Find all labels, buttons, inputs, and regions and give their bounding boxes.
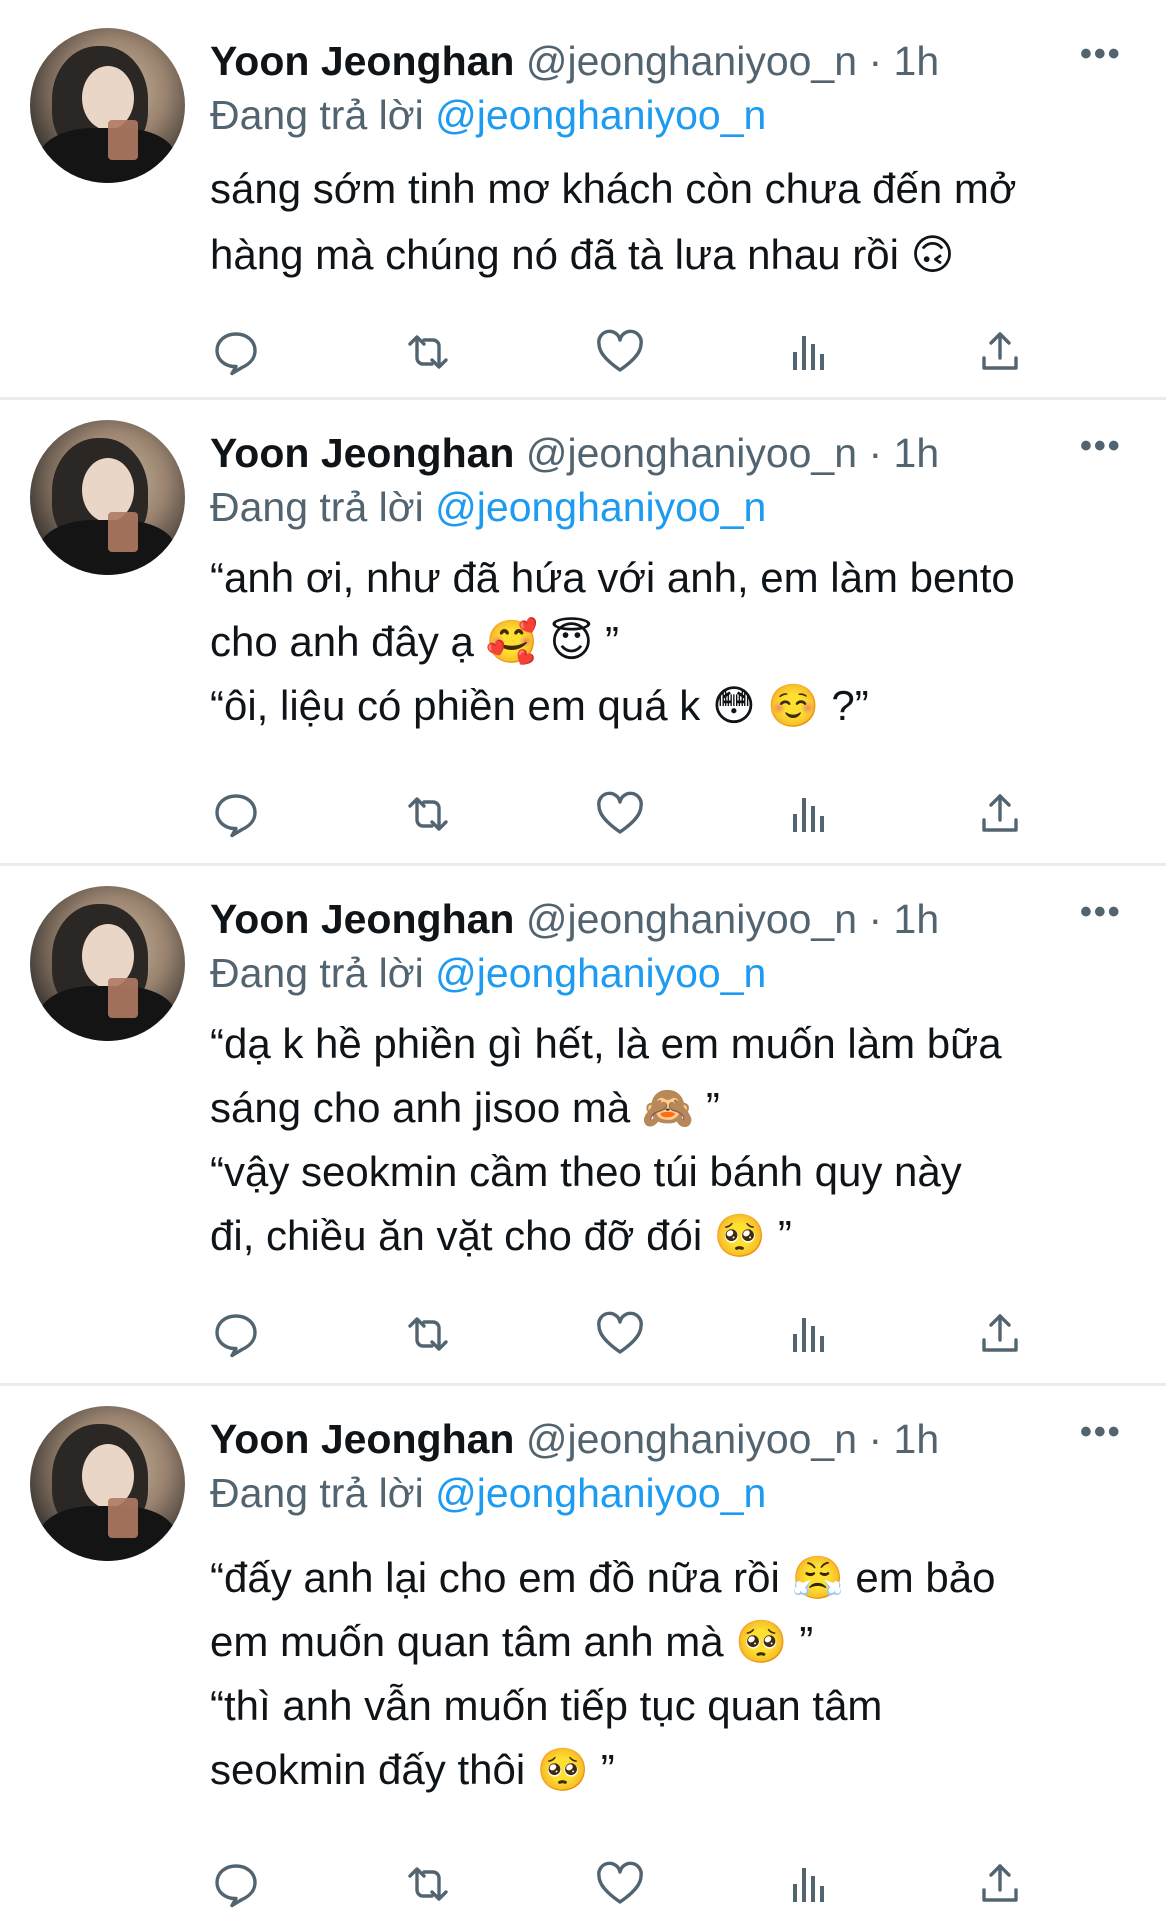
tweet[interactable]: Yoon Jeonghan @jeonghaniyoo_n · 1h ••• Đ… bbox=[0, 420, 1166, 860]
tweet-line: em muốn quan tâm anh mà 🥺 ” bbox=[210, 1618, 814, 1665]
tweet-line: “dạ k hề phiền gì hết, là em muốn làm bữ… bbox=[210, 1020, 1002, 1067]
reply-prefix: Đang trả lời bbox=[210, 92, 424, 138]
share-icon[interactable] bbox=[972, 1306, 1028, 1362]
retweet-icon[interactable] bbox=[400, 1856, 456, 1912]
reply-mention-link[interactable]: @jeonghaniyoo_n bbox=[435, 484, 766, 530]
tweet-header: Yoon Jeonghan @jeonghaniyoo_n · 1h bbox=[210, 894, 1130, 944]
separator-dot: · bbox=[868, 1416, 883, 1462]
reply-context: Đang trả lời @jeonghaniyoo_n bbox=[210, 482, 1130, 532]
avatar[interactable] bbox=[30, 420, 185, 575]
tweet-header: Yoon Jeonghan @jeonghaniyoo_n · 1h bbox=[210, 1414, 1130, 1464]
timestamp[interactable]: 1h bbox=[894, 38, 940, 84]
views-icon[interactable] bbox=[782, 786, 838, 842]
more-options-icon[interactable]: ••• bbox=[1080, 892, 1130, 932]
share-icon[interactable] bbox=[972, 324, 1028, 380]
author-name[interactable]: Yoon Jeonghan bbox=[210, 1416, 514, 1462]
author-name[interactable]: Yoon Jeonghan bbox=[210, 430, 514, 476]
tweet-text: “đấy anh lại cho em đồ nữa rồi 😤 em bảo … bbox=[210, 1546, 1140, 1802]
tweet-divider bbox=[0, 863, 1166, 866]
retweet-icon[interactable] bbox=[400, 786, 456, 842]
tweet-line: “đấy anh lại cho em đồ nữa rồi 😤 em bảo bbox=[210, 1554, 996, 1601]
retweet-icon[interactable] bbox=[400, 324, 456, 380]
action-bar bbox=[0, 1856, 1166, 1916]
tweet-line: seokmin đấy thôi 🥺 ” bbox=[210, 1746, 615, 1793]
avatar[interactable] bbox=[30, 1406, 185, 1561]
views-icon[interactable] bbox=[782, 1856, 838, 1912]
reply-context: Đang trả lời @jeonghaniyoo_n bbox=[210, 90, 1130, 140]
reply-context: Đang trả lời @jeonghaniyoo_n bbox=[210, 1468, 1130, 1518]
tweet-line: sáng sớm tinh mơ khách còn chưa đến mở bbox=[210, 165, 1017, 212]
like-icon[interactable] bbox=[592, 786, 648, 842]
tweet-line: “ôi, liệu có phiền em quá k 😳 ☺️ ?” bbox=[210, 682, 869, 729]
like-icon[interactable] bbox=[592, 1306, 648, 1362]
tweet-text: “dạ k hề phiền gì hết, là em muốn làm bữ… bbox=[210, 1012, 1140, 1268]
views-icon[interactable] bbox=[782, 1306, 838, 1362]
action-bar bbox=[0, 324, 1166, 384]
reply-context: Đang trả lời @jeonghaniyoo_n bbox=[210, 948, 1130, 998]
reply-icon[interactable] bbox=[208, 1306, 264, 1362]
like-icon[interactable] bbox=[592, 1856, 648, 1912]
author-handle[interactable]: @jeonghaniyoo_n bbox=[526, 896, 857, 942]
like-icon[interactable] bbox=[592, 324, 648, 380]
author-handle[interactable]: @jeonghaniyoo_n bbox=[526, 1416, 857, 1462]
tweet[interactable]: Yoon Jeonghan @jeonghaniyoo_n · 1h ••• Đ… bbox=[0, 886, 1166, 1376]
separator-dot: · bbox=[868, 896, 883, 942]
reply-prefix: Đang trả lời bbox=[210, 1470, 424, 1516]
timestamp[interactable]: 1h bbox=[894, 430, 940, 476]
reply-icon[interactable] bbox=[208, 1856, 264, 1912]
tweet-divider bbox=[0, 1383, 1166, 1386]
tweet-feed: Yoon Jeonghan @jeonghaniyoo_n · 1h ••• Đ… bbox=[0, 0, 1166, 1920]
action-bar bbox=[0, 1306, 1166, 1366]
tweet[interactable]: Yoon Jeonghan @jeonghaniyoo_n · 1h ••• Đ… bbox=[0, 28, 1166, 398]
author-handle[interactable]: @jeonghaniyoo_n bbox=[526, 430, 857, 476]
share-icon[interactable] bbox=[972, 1856, 1028, 1912]
reply-icon[interactable] bbox=[208, 324, 264, 380]
tweet-line: sáng cho anh jisoo mà 🙈 ” bbox=[210, 1084, 720, 1131]
tweet[interactable]: Yoon Jeonghan @jeonghaniyoo_n · 1h ••• Đ… bbox=[0, 1406, 1166, 1920]
more-options-icon[interactable]: ••• bbox=[1080, 426, 1130, 466]
tweet-header: Yoon Jeonghan @jeonghaniyoo_n · 1h bbox=[210, 428, 1130, 478]
reply-mention-link[interactable]: @jeonghaniyoo_n bbox=[435, 950, 766, 996]
separator-dot: · bbox=[868, 38, 883, 84]
reply-prefix: Đang trả lời bbox=[210, 484, 424, 530]
tweet-line: “vậy seokmin cầm theo túi bánh quy này bbox=[210, 1148, 962, 1195]
tweet-line: “anh ơi, như đã hứa với anh, em làm bent… bbox=[210, 554, 1015, 601]
reply-mention-link[interactable]: @jeonghaniyoo_n bbox=[435, 1470, 766, 1516]
separator-dot: · bbox=[868, 430, 883, 476]
author-name[interactable]: Yoon Jeonghan bbox=[210, 38, 514, 84]
action-bar bbox=[0, 786, 1166, 846]
retweet-icon[interactable] bbox=[400, 1306, 456, 1362]
tweet-text: sáng sớm tinh mơ khách còn chưa đến mở h… bbox=[210, 156, 1140, 288]
tweet-line: hàng mà chúng nó đã tà lưa nhau rồi 🙃 bbox=[210, 231, 955, 278]
timestamp[interactable]: 1h bbox=[894, 1416, 940, 1462]
reply-prefix: Đang trả lời bbox=[210, 950, 424, 996]
tweet-header: Yoon Jeonghan @jeonghaniyoo_n · 1h bbox=[210, 36, 1130, 86]
reply-icon[interactable] bbox=[208, 786, 264, 842]
views-icon[interactable] bbox=[782, 324, 838, 380]
tweet-divider bbox=[0, 397, 1166, 400]
tweet-line: “thì anh vẫn muốn tiếp tục quan tâm bbox=[210, 1682, 883, 1729]
tweet-line: cho anh đây ạ 🥰 😇 ” bbox=[210, 618, 619, 665]
tweet-text: “anh ơi, như đã hứa với anh, em làm bent… bbox=[210, 546, 1140, 738]
timestamp[interactable]: 1h bbox=[894, 896, 940, 942]
avatar[interactable] bbox=[30, 28, 185, 183]
author-name[interactable]: Yoon Jeonghan bbox=[210, 896, 514, 942]
tweet-line: đi, chiều ăn vặt cho đỡ đói 🥺 ” bbox=[210, 1212, 792, 1259]
avatar[interactable] bbox=[30, 886, 185, 1041]
reply-mention-link[interactable]: @jeonghaniyoo_n bbox=[435, 92, 766, 138]
more-options-icon[interactable]: ••• bbox=[1080, 34, 1130, 74]
more-options-icon[interactable]: ••• bbox=[1080, 1412, 1130, 1452]
share-icon[interactable] bbox=[972, 786, 1028, 842]
author-handle[interactable]: @jeonghaniyoo_n bbox=[526, 38, 857, 84]
